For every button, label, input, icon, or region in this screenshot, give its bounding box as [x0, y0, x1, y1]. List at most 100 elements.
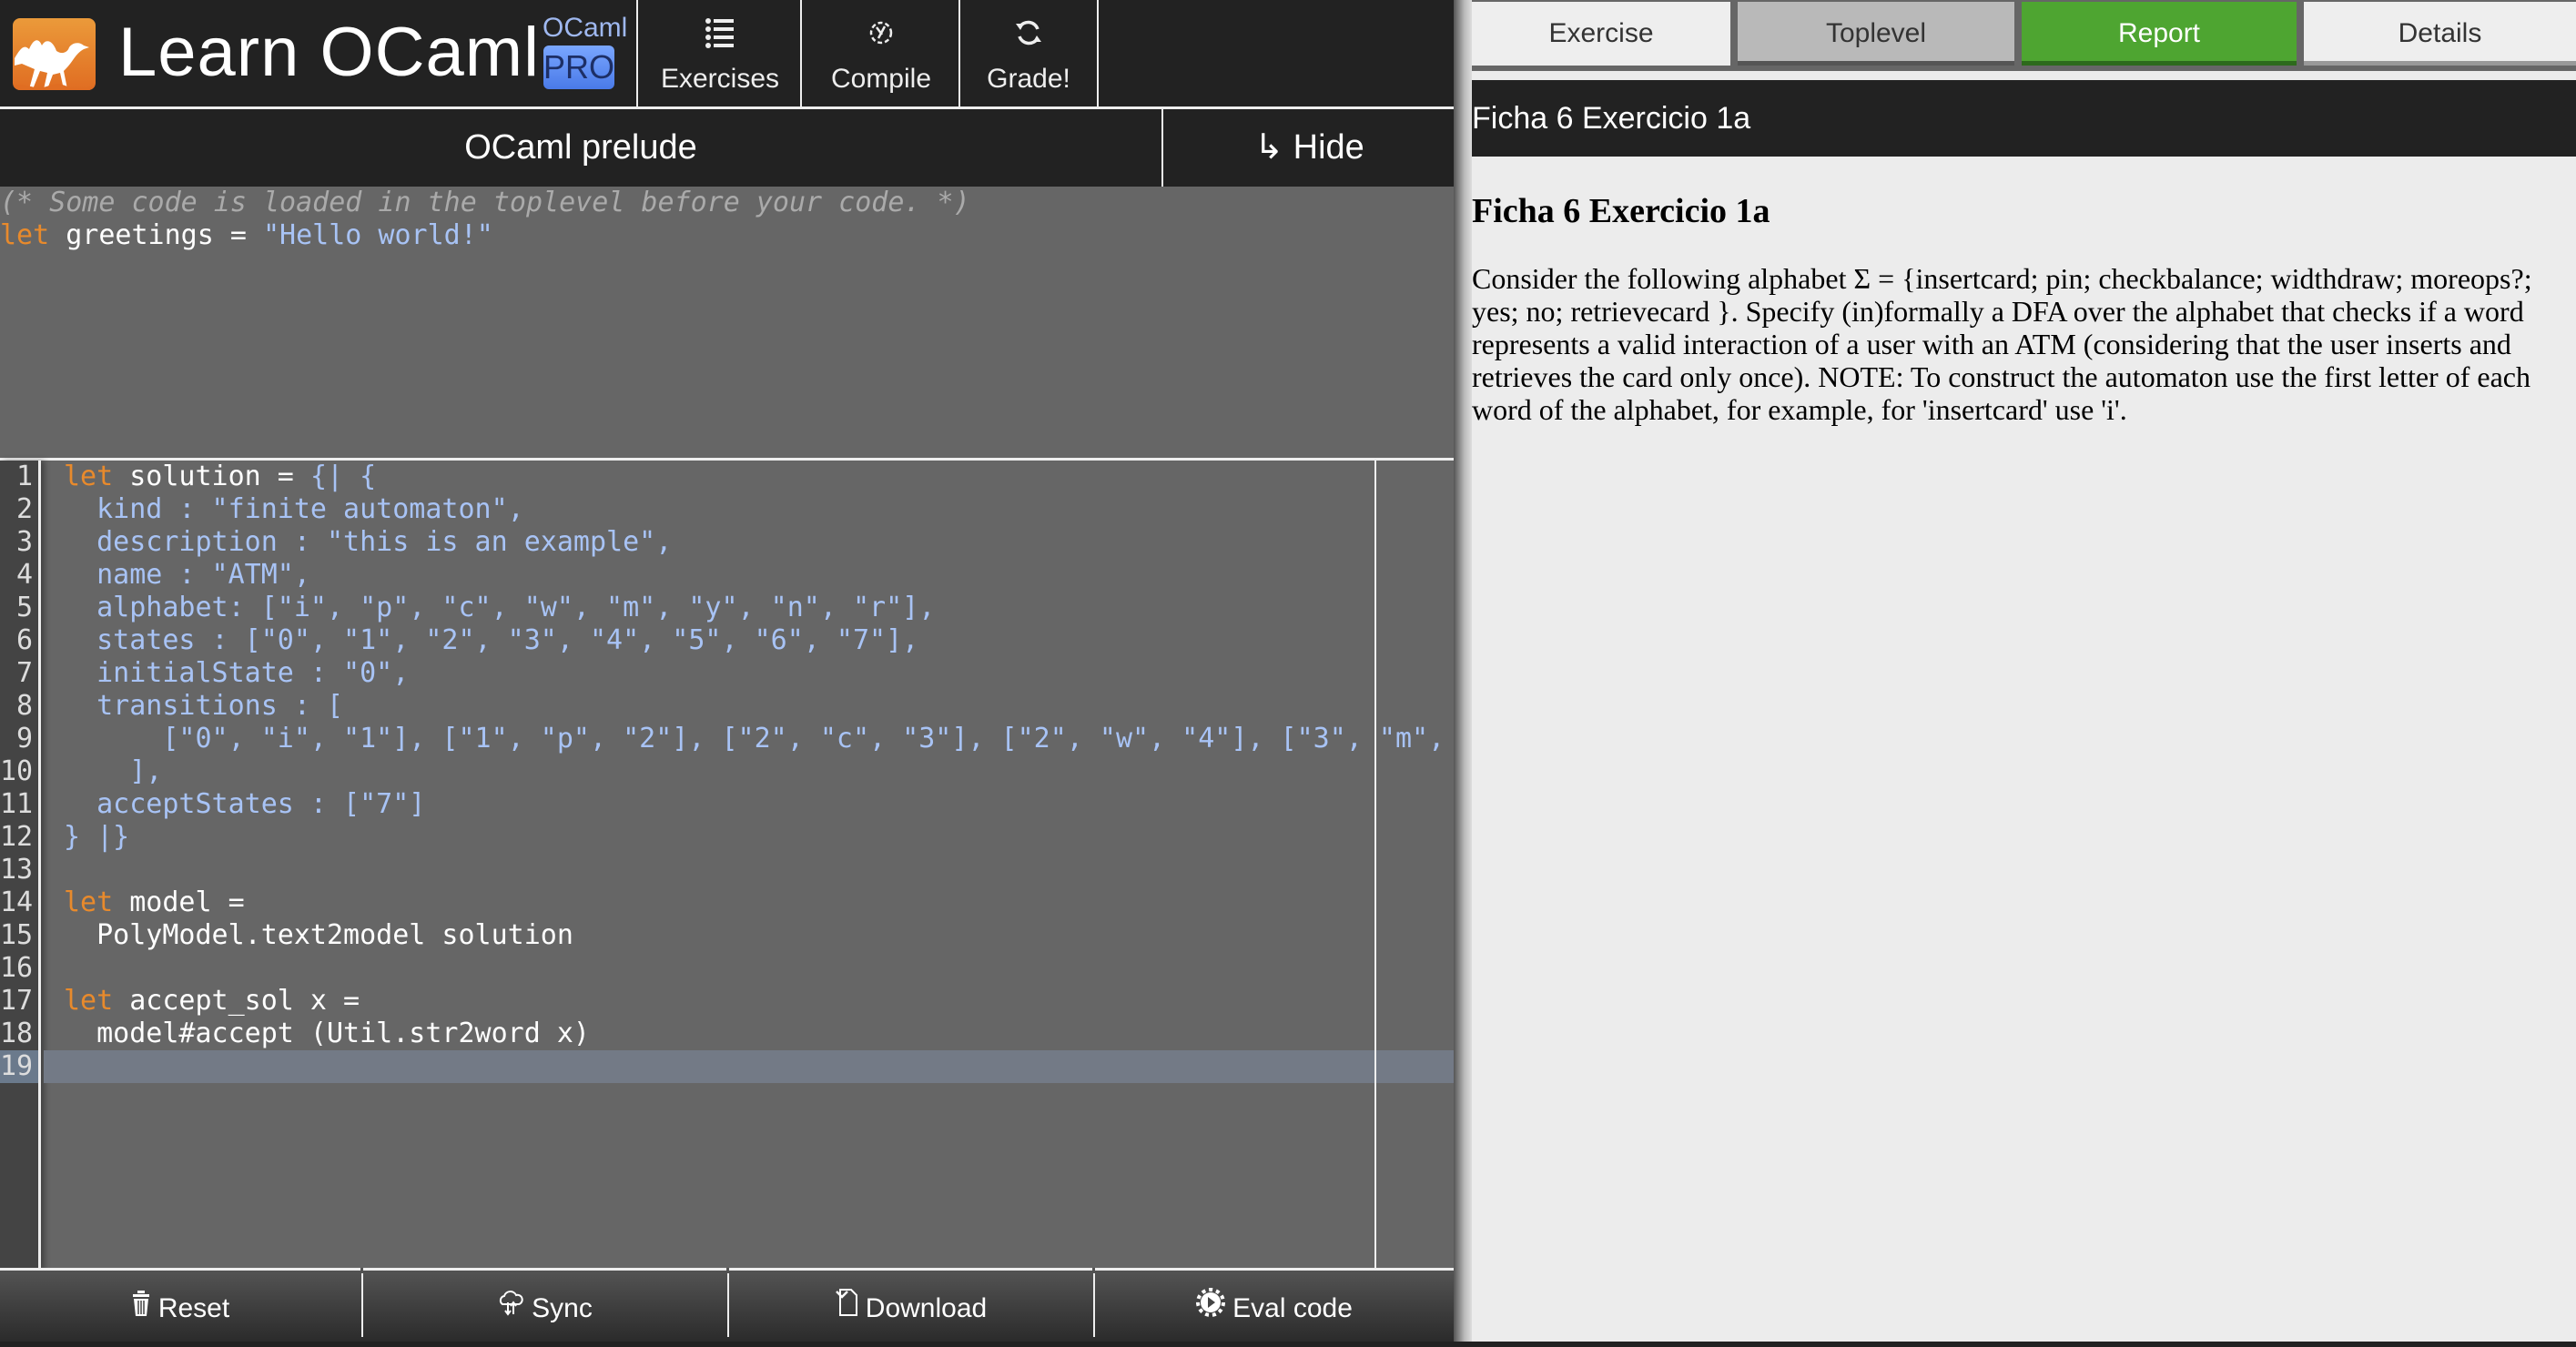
- line-number: 14: [0, 886, 34, 918]
- code-line[interactable]: alphabet: ["i", "p", "c", "w", "m", "y",…: [44, 592, 1454, 624]
- line-number: 18: [0, 1018, 34, 1049]
- code-text: greetings =: [49, 219, 263, 251]
- keyword: let: [64, 461, 114, 492]
- line-number: 16: [0, 952, 34, 984]
- editor-toolbar: Reset Sync Download Eval code: [0, 1268, 1454, 1342]
- code-line[interactable]: states : ["0", "1", "2", "3", "4", "5", …: [44, 624, 1454, 657]
- code-text: model#accept (Util.str2word x): [64, 1018, 590, 1049]
- tab-details[interactable]: Details: [2304, 2, 2576, 66]
- code-line[interactable]: description : "this is an example",: [44, 526, 1454, 559]
- code-editor[interactable]: 1 2 3 4 5 6 7 8 9 10 11 12 13 14 15 16 17 18 19 let soluti…: [0, 458, 1454, 1271]
- line-number: 3: [15, 526, 33, 558]
- code-text: PolyModel.text2model solution: [64, 919, 573, 951]
- line-number: 5: [15, 592, 33, 623]
- keyword: let: [0, 219, 50, 251]
- string-literal: ],: [64, 755, 163, 787]
- line-number: 17: [0, 985, 34, 1017]
- eval-gear-icon: [1196, 1288, 1226, 1323]
- download-label: Download: [865, 1293, 988, 1323]
- right-panel: Exercise Toplevel Report Details Ficha 6…: [1472, 0, 2576, 1342]
- tab-exercise[interactable]: Exercise: [1472, 2, 1730, 66]
- print-margin: [1374, 461, 1376, 1271]
- exercise-description: Consider the following alphabet Σ = {ins…: [1472, 262, 2532, 426]
- trash-icon: [131, 1291, 151, 1323]
- code-line[interactable]: let solution = {| {: [44, 461, 1454, 493]
- string-literal: name : "ATM",: [64, 559, 310, 591]
- code-line[interactable]: [44, 854, 1454, 886]
- line-number: 1: [15, 461, 33, 492]
- eval-code-button[interactable]: Eval code: [1095, 1268, 1454, 1342]
- ocaml-camel-logo[interactable]: [13, 18, 96, 90]
- string-literal: transitions : [: [64, 690, 344, 722]
- string-literal: {| {: [309, 461, 377, 492]
- code-line[interactable]: ],: [44, 755, 1454, 788]
- code-line[interactable]: PolyModel.text2model solution: [44, 919, 1454, 952]
- code-line[interactable]: ["0", "i", "1"], ["1", "p", "2"], ["2", …: [44, 723, 1454, 755]
- sync-label: Sync: [532, 1293, 593, 1323]
- gear-wrench-icon: [802, 16, 960, 55]
- app-header: Learn OCaml OCaml PRO Exercises Compile …: [0, 0, 1454, 109]
- string-literal: ["0", "i", "1"], ["1", "p", "2"], ["2", …: [64, 723, 1445, 755]
- tab-toplevel[interactable]: Toplevel: [1738, 2, 2014, 66]
- string-literal: description : "this is an example",: [64, 526, 673, 558]
- camel-icon: [13, 40, 96, 90]
- keyword: let: [64, 985, 114, 1017]
- string-literal: states : ["0", "1", "2", "3", "4", "5", …: [64, 624, 919, 656]
- code-line[interactable]: } |}: [44, 821, 1454, 854]
- hide-prelude-button[interactable]: ↳ Hide: [1161, 109, 1455, 187]
- grade-label: Grade!: [987, 64, 1070, 94]
- line-number: 12: [0, 821, 34, 853]
- list-icon: [638, 16, 802, 55]
- eval-code-label: Eval code: [1232, 1293, 1353, 1323]
- line-number: 15: [0, 919, 34, 951]
- tab-gap: [1472, 71, 2576, 80]
- left-panel: Learn OCaml OCaml PRO Exercises Compile …: [0, 0, 1454, 1342]
- string-literal: initialState : "0",: [64, 657, 410, 689]
- code-line[interactable]: [44, 1050, 1454, 1083]
- code-text: accept_sol x =: [113, 985, 360, 1017]
- code-line[interactable]: initialState : "0",: [44, 657, 1454, 690]
- arrow-return-icon: ↳: [1254, 128, 1293, 167]
- exercise-title: Ficha 6 Exercicio 1a: [1472, 101, 1751, 136]
- compile-label: Compile: [830, 64, 932, 94]
- grade-button[interactable]: Grade!: [958, 0, 1099, 106]
- app-title: Learn OCaml: [118, 14, 540, 91]
- reset-button[interactable]: Reset: [0, 1268, 360, 1342]
- code-line[interactable]: name : "ATM",: [44, 559, 1454, 592]
- download-button[interactable]: Download: [729, 1268, 1092, 1342]
- code-area[interactable]: let solution = {| { kind : "finite autom…: [44, 461, 1454, 1271]
- string-literal: kind : "finite automaton",: [64, 493, 524, 525]
- line-number: 6: [15, 624, 33, 656]
- code-line[interactable]: model#accept (Util.str2word x): [44, 1018, 1454, 1050]
- string-literal: acceptStates : ["7"]: [64, 788, 426, 820]
- code-text: solution =: [113, 461, 310, 492]
- pro-badge: PRO: [543, 46, 614, 89]
- line-number: 11: [0, 788, 34, 820]
- code-line[interactable]: let accept_sol x =: [44, 985, 1454, 1018]
- code-line[interactable]: kind : "finite automaton",: [44, 493, 1454, 526]
- sync-button[interactable]: Sync: [363, 1268, 726, 1342]
- panel-splitter[interactable]: [1454, 0, 1472, 1342]
- prelude-bar: OCaml prelude ↳ Hide: [0, 109, 1454, 187]
- keyword: let: [64, 886, 114, 918]
- download-file-icon: [835, 1289, 858, 1323]
- hide-label: Hide: [1293, 128, 1364, 167]
- prelude-line: let greetings = "Hello world!": [0, 219, 1454, 252]
- tab-report[interactable]: Report: [2022, 2, 2297, 66]
- line-number-gutter: 1 2 3 4 5 6 7 8 9 10 11 12 13 14 15 16 17 18 19: [0, 461, 41, 1271]
- compile-button[interactable]: Compile: [800, 0, 960, 106]
- line-number: 13: [0, 854, 34, 886]
- line-number: 8: [15, 690, 33, 722]
- refresh-icon: [960, 16, 1097, 55]
- code-line[interactable]: let model =: [44, 886, 1454, 919]
- code-line[interactable]: [44, 952, 1454, 985]
- code-line[interactable]: acceptStates : ["7"]: [44, 788, 1454, 821]
- exercise-heading: Ficha 6 Exercicio 1a: [1472, 192, 1770, 230]
- string-literal: } |}: [64, 821, 130, 853]
- code-line[interactable]: transitions : [: [44, 690, 1454, 723]
- exercises-button[interactable]: Exercises: [636, 0, 802, 106]
- prelude-title: OCaml prelude: [464, 128, 697, 167]
- line-number: 19: [0, 1050, 38, 1083]
- line-number: 9: [15, 723, 33, 755]
- string-literal: alphabet: ["i", "p", "c", "w", "m", "y",…: [64, 592, 936, 623]
